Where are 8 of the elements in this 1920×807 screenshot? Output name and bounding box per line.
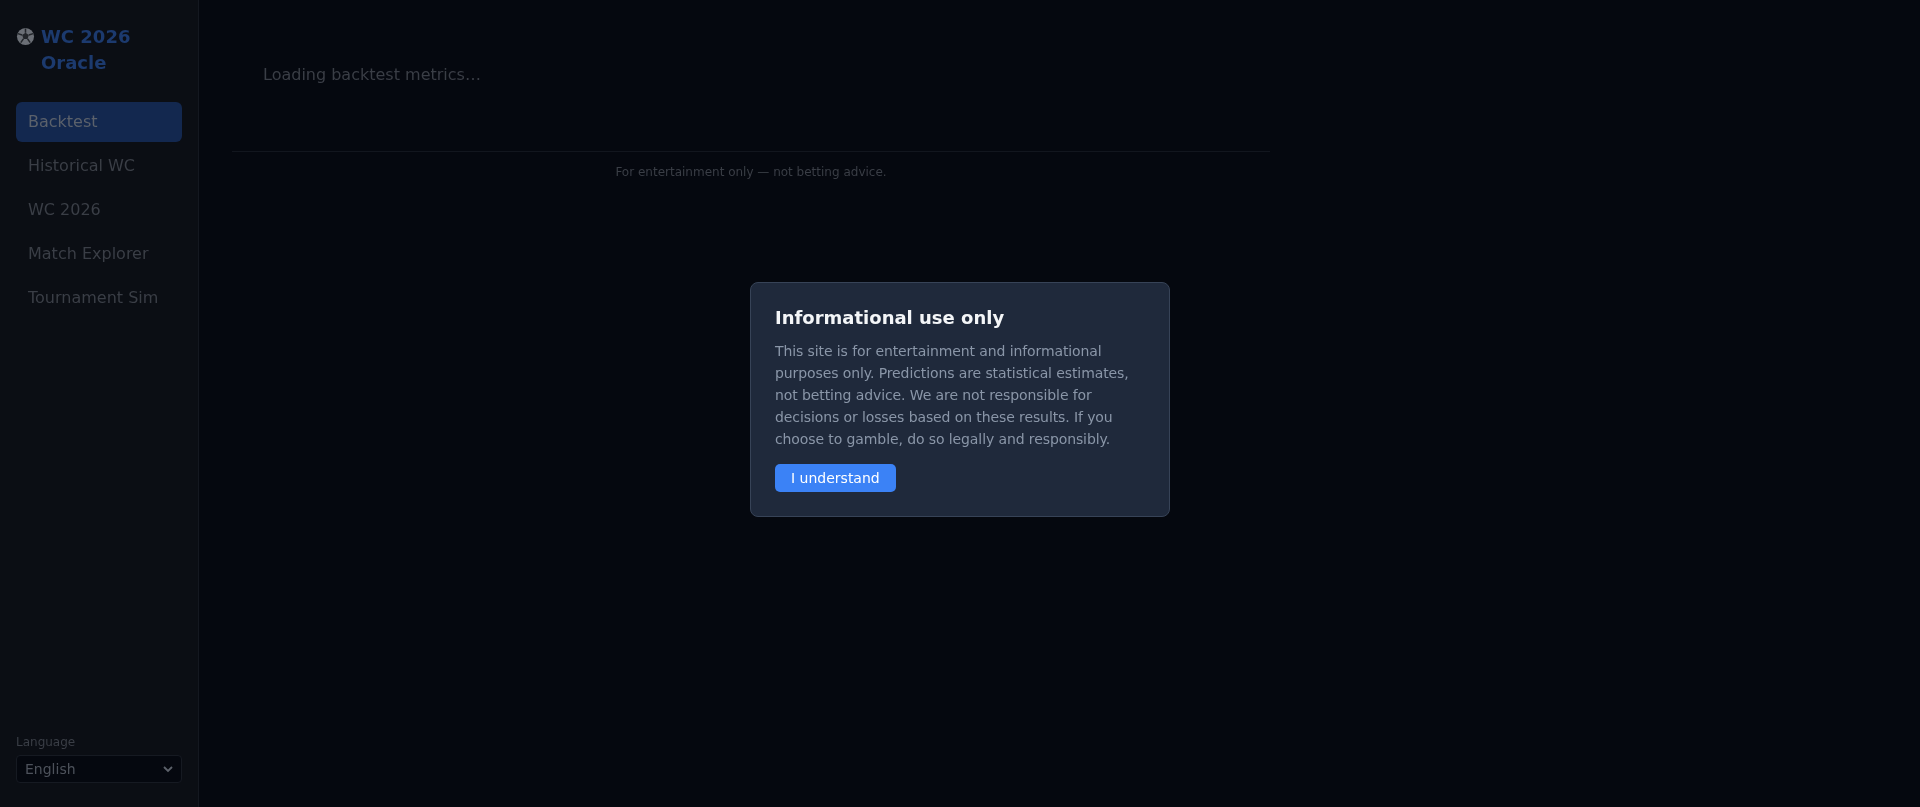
dialog-message: This site is for entertainment and informational purposes only. Predictions are statistical estimates, not betting advice. We are not responsible for decisions or losses based on these results. If you choose to gamble, do so legally and responsibly. bbox=[775, 342, 1130, 449]
nav-item[interactable]: Backtest bbox=[16, 102, 182, 142]
language-select[interactable]: English bbox=[16, 755, 182, 783]
app-logo-title: WC 2026 Oracle bbox=[41, 25, 132, 75]
dialog-title: Informational use only bbox=[775, 307, 1006, 328]
chevron-down-icon bbox=[163, 765, 173, 773]
understand-button[interactable]: I understand bbox=[775, 464, 896, 492]
soccer-ball-icon bbox=[16, 27, 35, 46]
